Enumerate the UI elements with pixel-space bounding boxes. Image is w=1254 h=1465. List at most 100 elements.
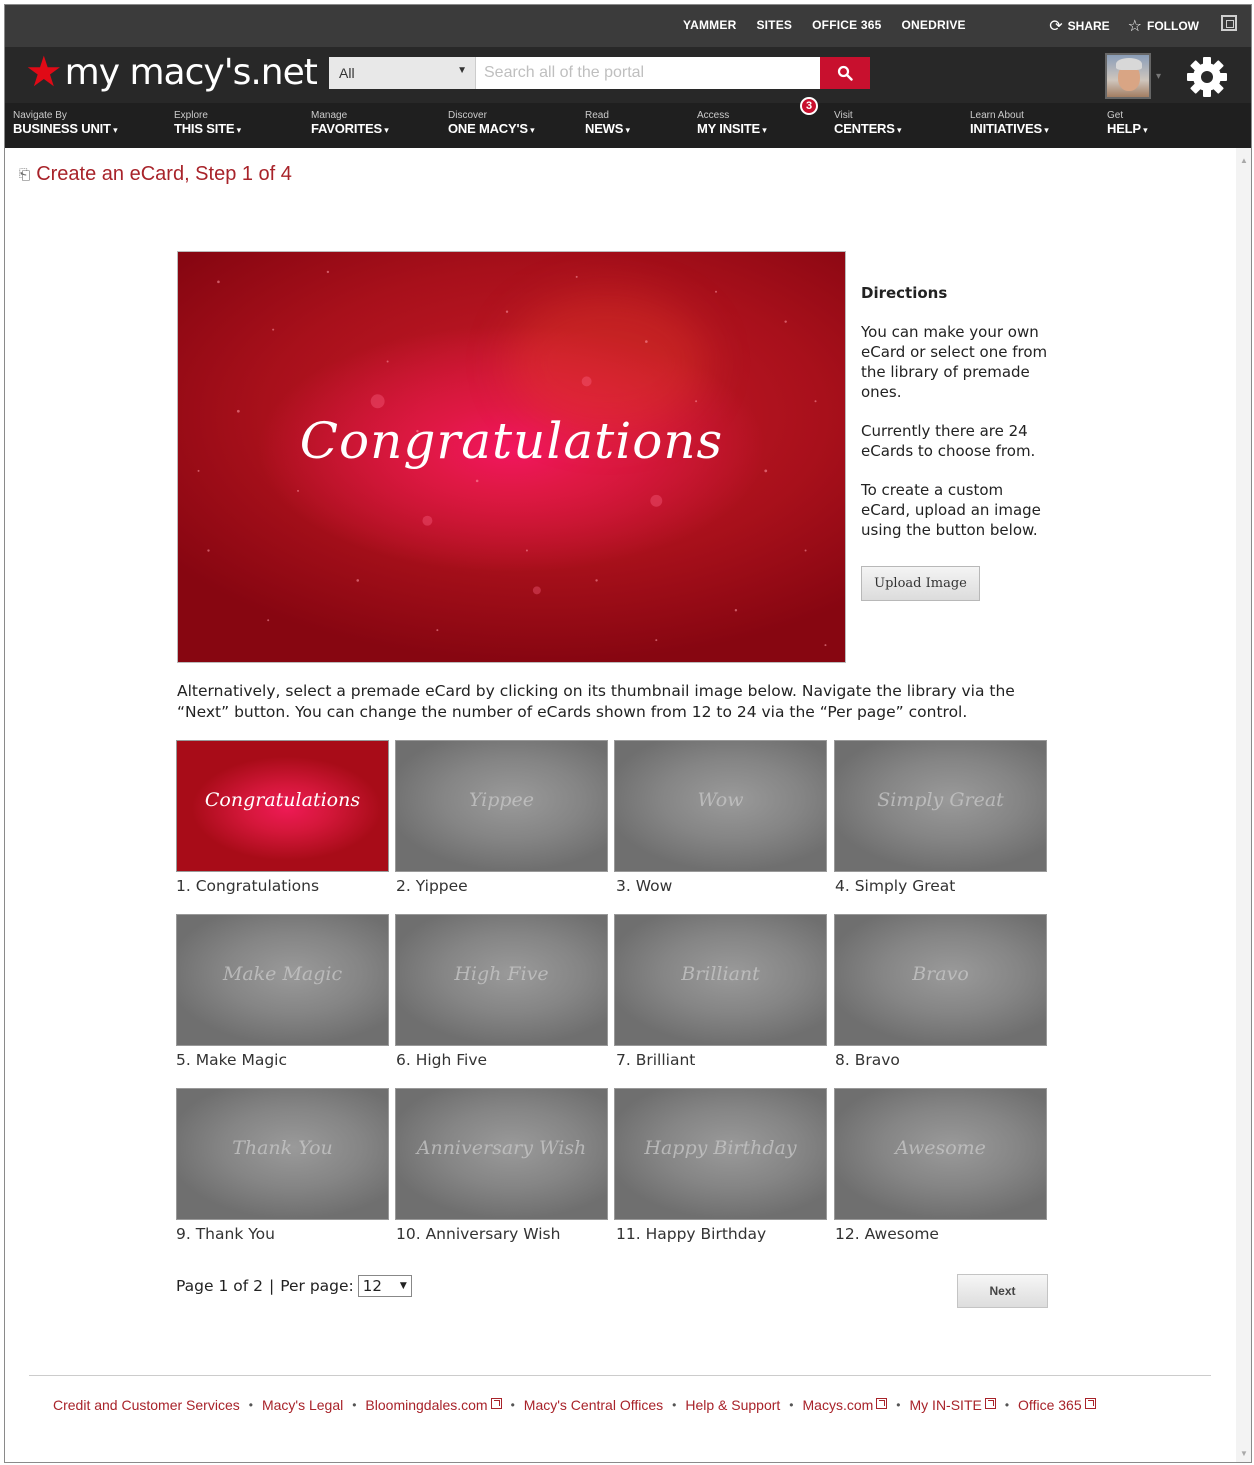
footer-separator: • (510, 1398, 515, 1412)
user-avatar[interactable] (1105, 53, 1151, 99)
footer-link[interactable]: Office 365 (1018, 1397, 1082, 1413)
dropdown-arrow-icon: ▼ (457, 65, 467, 76)
pager-separator: | (268, 1277, 275, 1295)
nav-this-site[interactable]: Explore THIS SITE (174, 110, 241, 138)
footer-separator: • (1004, 1398, 1010, 1412)
footer-separator: • (672, 1398, 677, 1412)
directions-heading: Directions (861, 284, 948, 302)
nav-my-insite[interactable]: Access MY INSITE (697, 110, 767, 138)
focus-mode-icon[interactable] (1221, 15, 1237, 31)
suite-link-sites[interactable]: SITES (756, 18, 792, 32)
suite-link-yammer[interactable]: YAMMER (683, 18, 736, 32)
ecard-caption[interactable]: 9. Thank You (176, 1225, 275, 1243)
search-box: All ▼ (329, 57, 870, 89)
footer-link[interactable]: Bloomingdales.com (365, 1397, 487, 1413)
ecard-thumbnail[interactable]: Awesome (834, 1088, 1047, 1220)
nav-business-unit[interactable]: Navigate By BUSINESS UNIT (13, 110, 117, 138)
ecard-caption[interactable]: 3. Wow (616, 877, 672, 895)
ecard-preview: Congratulations (177, 251, 846, 663)
ecard-thumbnail[interactable]: Congratulations (176, 740, 389, 872)
notification-badge[interactable]: 3 (800, 97, 818, 115)
footer-link[interactable]: My IN-SITE (910, 1397, 982, 1413)
brand-bar: ★ my macy's.net All ▼ ▾ (5, 47, 1251, 103)
search-scope-select[interactable]: All ▼ (329, 57, 476, 89)
ecard-caption[interactable]: 12. Awesome (835, 1225, 939, 1243)
nav-label: ONE MACY'S (448, 121, 534, 138)
directions-text-1: You can make your own eCard or select on… (861, 323, 1048, 401)
ecard-thumbnail[interactable]: Thank You (176, 1088, 389, 1220)
ecard-thumbnail[interactable]: Anniversary Wish (395, 1088, 608, 1220)
nav-centers[interactable]: Visit CENTERS (834, 110, 901, 138)
ecard-caption[interactable]: 10. Anniversary Wish (396, 1225, 560, 1243)
thumbnail-script: Make Magic (222, 963, 343, 985)
thumbnail-script: Wow (697, 789, 744, 811)
suite-bar: YAMMER SITES OFFICE 365 ONEDRIVE ⟳ SHARE… (5, 5, 1251, 47)
ecard-thumbnail[interactable]: Make Magic (176, 914, 389, 1046)
thumbnail-script: Brilliant (681, 963, 760, 985)
vertical-scrollbar[interactable]: ▲ ▼ (1236, 148, 1251, 1462)
thumbnail-script: Yippee (468, 789, 535, 811)
search-button[interactable] (820, 57, 870, 89)
directions-text-3: To create a custom eCard, upload an imag… (861, 481, 1041, 539)
avatar-dropdown-icon[interactable]: ▾ (1156, 71, 1161, 82)
external-link-icon (490, 1397, 502, 1409)
follow-label: FOLLOW (1147, 19, 1199, 33)
thumbnail-script: Simply Great (877, 789, 1004, 811)
ecard-caption[interactable]: 2. Yippee (396, 877, 468, 895)
ecard-caption[interactable]: 8. Bravo (835, 1051, 900, 1069)
site-logo[interactable]: ★ my macy's.net (25, 48, 318, 95)
nav-favorites[interactable]: Manage FAVORITES (311, 110, 389, 138)
gear-icon[interactable] (1185, 55, 1229, 99)
nav-label-small: Navigate By (13, 110, 67, 121)
thumbnail-script: Congratulations (204, 789, 361, 811)
footer-link[interactable]: Help & Support (685, 1397, 780, 1413)
external-link-icon (984, 1397, 996, 1409)
ecard-thumbnail[interactable]: Wow (614, 740, 827, 872)
thumbnail-script: Bravo (912, 963, 969, 985)
suite-link-onedrive[interactable]: ONEDRIVE (901, 18, 965, 32)
thumbnail-script: Thank You (232, 1137, 333, 1159)
chevron-down-icon: ▼ (399, 1281, 407, 1291)
nav-news[interactable]: Read NEWS (585, 110, 630, 138)
browser-frame: YAMMER SITES OFFICE 365 ONEDRIVE ⟳ SHARE… (4, 4, 1252, 1463)
suite-links: YAMMER SITES OFFICE 365 ONEDRIVE (683, 18, 986, 32)
nav-initiatives[interactable]: Learn About INITIATIVES (970, 110, 1049, 138)
per-page-label: Per page: (280, 1277, 354, 1295)
ecard-thumbnail[interactable]: Simply Great (834, 740, 1047, 872)
star-logo-icon: ★ (25, 48, 63, 95)
ecard-thumbnail[interactable]: Bravo (834, 914, 1047, 1046)
ecard-thumbnail[interactable]: High Five (395, 914, 608, 1046)
directions-panel: Directions You can make your own eCard o… (861, 283, 1051, 559)
search-input[interactable] (476, 57, 820, 89)
ecard-caption[interactable]: 4. Simply Great (835, 877, 955, 895)
scroll-down-icon[interactable]: ▼ (1240, 1449, 1248, 1458)
suite-link-office365[interactable]: OFFICE 365 (812, 18, 881, 32)
nav-label: THIS SITE (174, 121, 241, 138)
per-page-select[interactable]: 12 ▼ (357, 1275, 412, 1297)
scroll-up-icon[interactable]: ▲ (1240, 156, 1248, 165)
ecard-caption[interactable]: 7. Brilliant (616, 1051, 695, 1069)
suite-actions: ⟳ SHARE ☆ FOLLOW (1031, 16, 1199, 36)
nav-label-small: Explore (174, 110, 208, 121)
ecard-caption[interactable]: 11. Happy Birthday (616, 1225, 766, 1243)
nav-one-macys[interactable]: Discover ONE MACY'S (448, 110, 534, 138)
footer-link[interactable]: Macy's Legal (262, 1397, 343, 1413)
upload-image-button[interactable]: Upload Image (861, 566, 980, 601)
ecard-thumbnail[interactable]: Yippee (395, 740, 608, 872)
nav-help[interactable]: Get HELP (1107, 110, 1148, 138)
nav-label: CENTERS (834, 121, 901, 138)
next-button[interactable]: Next (957, 1274, 1048, 1308)
page-indicator: Page 1 of 2 (176, 1277, 263, 1295)
ecard-thumbnail[interactable]: Brilliant (614, 914, 827, 1046)
ecard-caption[interactable]: 5. Make Magic (176, 1051, 287, 1069)
footer-link[interactable]: Macys.com (803, 1397, 874, 1413)
avatar-hair (1116, 58, 1142, 70)
footer-link[interactable]: Credit and Customer Services (53, 1397, 240, 1413)
ecard-thumbnail[interactable]: Happy Birthday (614, 1088, 827, 1220)
ecard-caption[interactable]: 6. High Five (396, 1051, 487, 1069)
footer-link[interactable]: Macy's Central Offices (524, 1397, 663, 1413)
share-button[interactable]: ⟳ SHARE (1049, 16, 1109, 36)
follow-button[interactable]: ☆ FOLLOW (1128, 16, 1199, 36)
ecard-caption[interactable]: 1. Congratulations (176, 877, 319, 895)
hero-script-text: Congratulations (299, 412, 724, 470)
